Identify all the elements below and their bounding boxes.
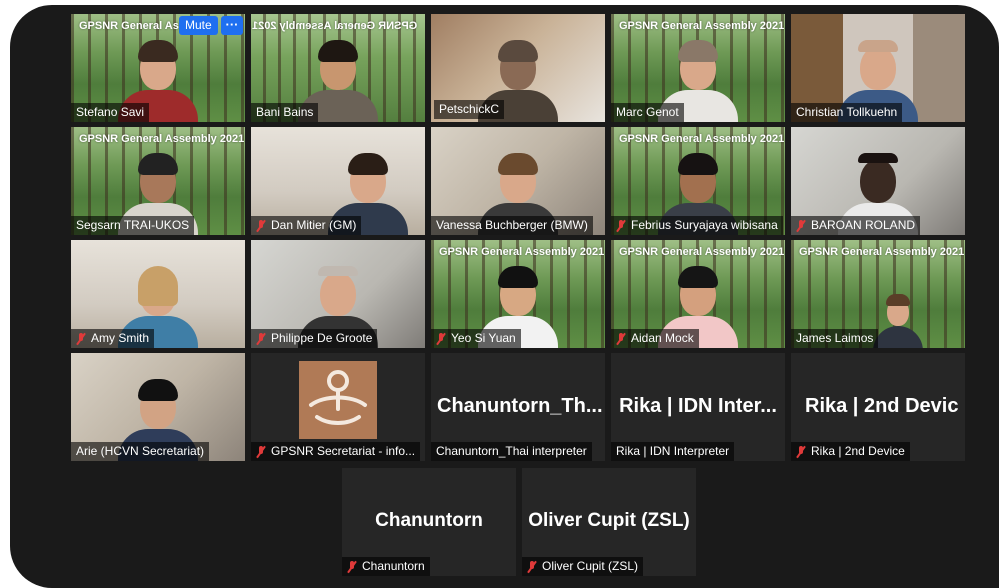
participant-name: Rika | IDN Interpreter [611, 442, 735, 461]
participant-display-name: Chanuntorn [375, 510, 483, 531]
meeting-banner: GPSNR General Assembly 2021 [619, 20, 785, 32]
participant-name: Chanuntorn_Thai interpreter [431, 442, 592, 461]
participant-name: PetschickC [434, 100, 505, 119]
meeting-banner: GPSNR General Assembly 2021 [79, 133, 245, 145]
participant-name: Amy Smith [71, 329, 155, 348]
mic-muted-icon [616, 219, 626, 232]
more-options-button[interactable]: ··· [221, 16, 243, 35]
meeting-banner: GPSNR General Ass [79, 20, 185, 32]
participant-name: Dan Mitier (GM) [251, 216, 362, 235]
mic-muted-icon [796, 219, 806, 232]
mic-muted-icon [347, 560, 357, 573]
participant-name: Vanessa Buchberger (BMW) [431, 216, 593, 235]
participant-tile-christian-tollkuehn[interactable]: Christian Tollkuehn [791, 14, 965, 122]
participant-tile-dan-mitier[interactable]: Dan Mitier (GM) [251, 127, 425, 235]
participant-name: Chanuntorn [342, 557, 430, 576]
participant-video [873, 288, 923, 348]
participant-tile-amy-smith[interactable]: Amy Smith [71, 240, 245, 348]
participant-name: Rika | 2nd Device [791, 442, 910, 461]
participant-tile-vanessa-buchberger[interactable]: Vanessa Buchberger (BMW) [431, 127, 605, 235]
participant-name: GPSNR Secretariat - info... [251, 442, 421, 461]
participant-tile-stefano-savi[interactable]: GPSNR General Ass Mute ··· Stefano Savi [71, 14, 245, 122]
mic-muted-icon [436, 332, 446, 345]
participant-name: Oliver Cupit (ZSL) [522, 557, 644, 576]
participant-tile-aidan-mock[interactable]: GPSNR General Assembly 2021 Aidan Mock [611, 240, 785, 348]
gpsnr-logo-icon [309, 370, 367, 425]
meeting-banner: GPSNR General Assembly 2021 [439, 246, 605, 258]
participant-name: Philippe De Groote [251, 329, 378, 348]
participant-tile-gpsnr-secretariat[interactable]: GPSNR Secretariat - info... [251, 353, 425, 461]
participant-tile-marc-genot[interactable]: GPSNR General Assembly 2021 Marc Genot [611, 14, 785, 122]
participant-tile-arie[interactable]: Arie (HCVN Secretariat) [71, 353, 245, 461]
participant-tile-philippe-de-groote[interactable]: Philippe De Groote [251, 240, 425, 348]
gallery-view: GPSNR General Ass Mute ··· Stefano Savi … [10, 5, 999, 588]
participant-tile-rika-2nd-device[interactable]: Rika | 2nd Devic Rika | 2nd Device [791, 353, 965, 461]
participant-tile-yeo-si-yuan[interactable]: GPSNR General Assembly 2021 Yeo Si Yuan [431, 240, 605, 348]
participant-name: Bani Bains [251, 103, 319, 122]
participant-tile-baroan-roland[interactable]: BAROAN ROLAND [791, 127, 965, 235]
participant-name: James Laimos [791, 329, 879, 348]
participant-name: Stefano Savi [71, 103, 150, 122]
participant-name: Yeo Si Yuan [431, 329, 521, 348]
mic-muted-icon [616, 332, 626, 345]
participant-tile-chanuntorn-thai-interpreter[interactable]: Chanuntorn_Th... Chanuntorn_Thai interpr… [431, 353, 605, 461]
participant-display-name: Oliver Cupit (ZSL) [528, 510, 690, 531]
participant-display-name: Rika | 2nd Devic [805, 395, 959, 417]
meeting-banner: GPSNR General Assembly 2021 [251, 20, 417, 32]
participant-name: Christian Tollkuehn [791, 103, 903, 122]
mute-participant-button[interactable]: Mute [179, 16, 218, 35]
participant-name: Marc Genot [611, 103, 684, 122]
mic-muted-icon [796, 445, 806, 458]
mic-muted-icon [256, 445, 266, 458]
participant-tile-petschickc[interactable]: PetschickC [431, 14, 605, 122]
participant-display-name: Rika | IDN Inter... [619, 395, 777, 417]
profile-picture-logo [299, 361, 377, 439]
participant-tile-bani-bains[interactable]: GPSNR General Assembly 2021 Bani Bains [251, 14, 425, 122]
meeting-banner: GPSNR General Assembly 2021 [799, 246, 965, 258]
mic-muted-icon [256, 332, 266, 345]
participant-name: Arie (HCVN Secretariat) [71, 442, 210, 461]
meeting-banner: GPSNR General Assembly 2021 [619, 133, 785, 145]
participant-name: Febrius Suryajaya wibisana [611, 216, 783, 235]
participant-tile-rika-idn-interpreter[interactable]: Rika | IDN Inter... Rika | IDN Interpret… [611, 353, 785, 461]
participant-name: Segsarn TRAI-UKOS [71, 216, 195, 235]
participant-tile-james-laimos[interactable]: GPSNR General Assembly 2021 James Laimos [791, 240, 965, 348]
participant-name: Aidan Mock [611, 329, 699, 348]
participant-tile-febrius[interactable]: GPSNR General Assembly 2021 Febrius Sury… [611, 127, 785, 235]
participant-tile-oliver-cupit[interactable]: Oliver Cupit (ZSL) Oliver Cupit (ZSL) [522, 468, 696, 576]
meeting-banner: GPSNR General Assembly 2021 [619, 246, 785, 258]
participant-tile-chanuntorn[interactable]: Chanuntorn Chanuntorn [342, 468, 516, 576]
participant-tile-segsarn[interactable]: GPSNR General Assembly 2021 Segsarn TRAI… [71, 127, 245, 235]
mic-muted-icon [76, 332, 86, 345]
mic-muted-icon [256, 219, 266, 232]
participant-display-name: Chanuntorn_Th... [437, 395, 603, 417]
mic-muted-icon [527, 560, 537, 573]
participant-name: BAROAN ROLAND [791, 216, 921, 235]
